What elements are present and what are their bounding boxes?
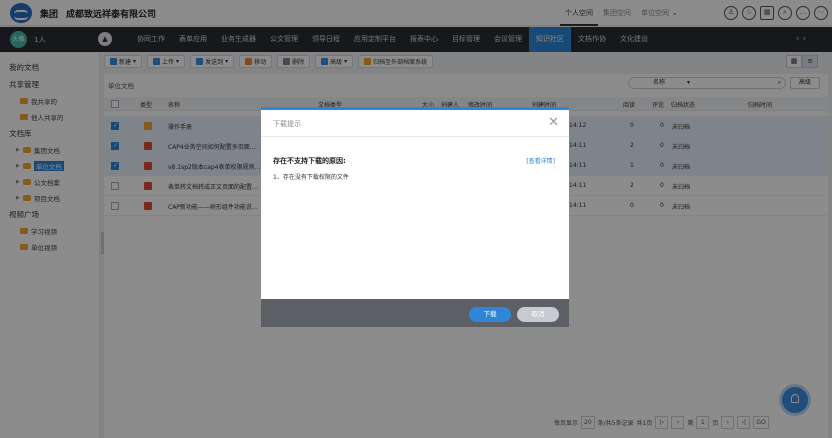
dialog-header: 下载提示 ✕ <box>261 110 569 137</box>
download-button[interactable]: 下载 <box>469 307 511 322</box>
dialog-reason: 1、存在没有下载权限的文件 <box>273 174 349 181</box>
dialog-subtitle: 存在不支持下载的原因: <box>273 157 346 165</box>
download-dialog: 下载提示 ✕ 存在不支持下载的原因: [查看详情] 1、存在没有下载权限的文件 … <box>261 107 569 327</box>
cancel-button[interactable]: 取消 <box>517 307 559 322</box>
close-icon[interactable]: ✕ <box>548 115 559 130</box>
view-details-link[interactable]: [查看详情] <box>526 156 555 165</box>
dialog-title: 下载提示 <box>273 120 301 128</box>
dialog-footer: 下载 取消 <box>261 299 569 327</box>
